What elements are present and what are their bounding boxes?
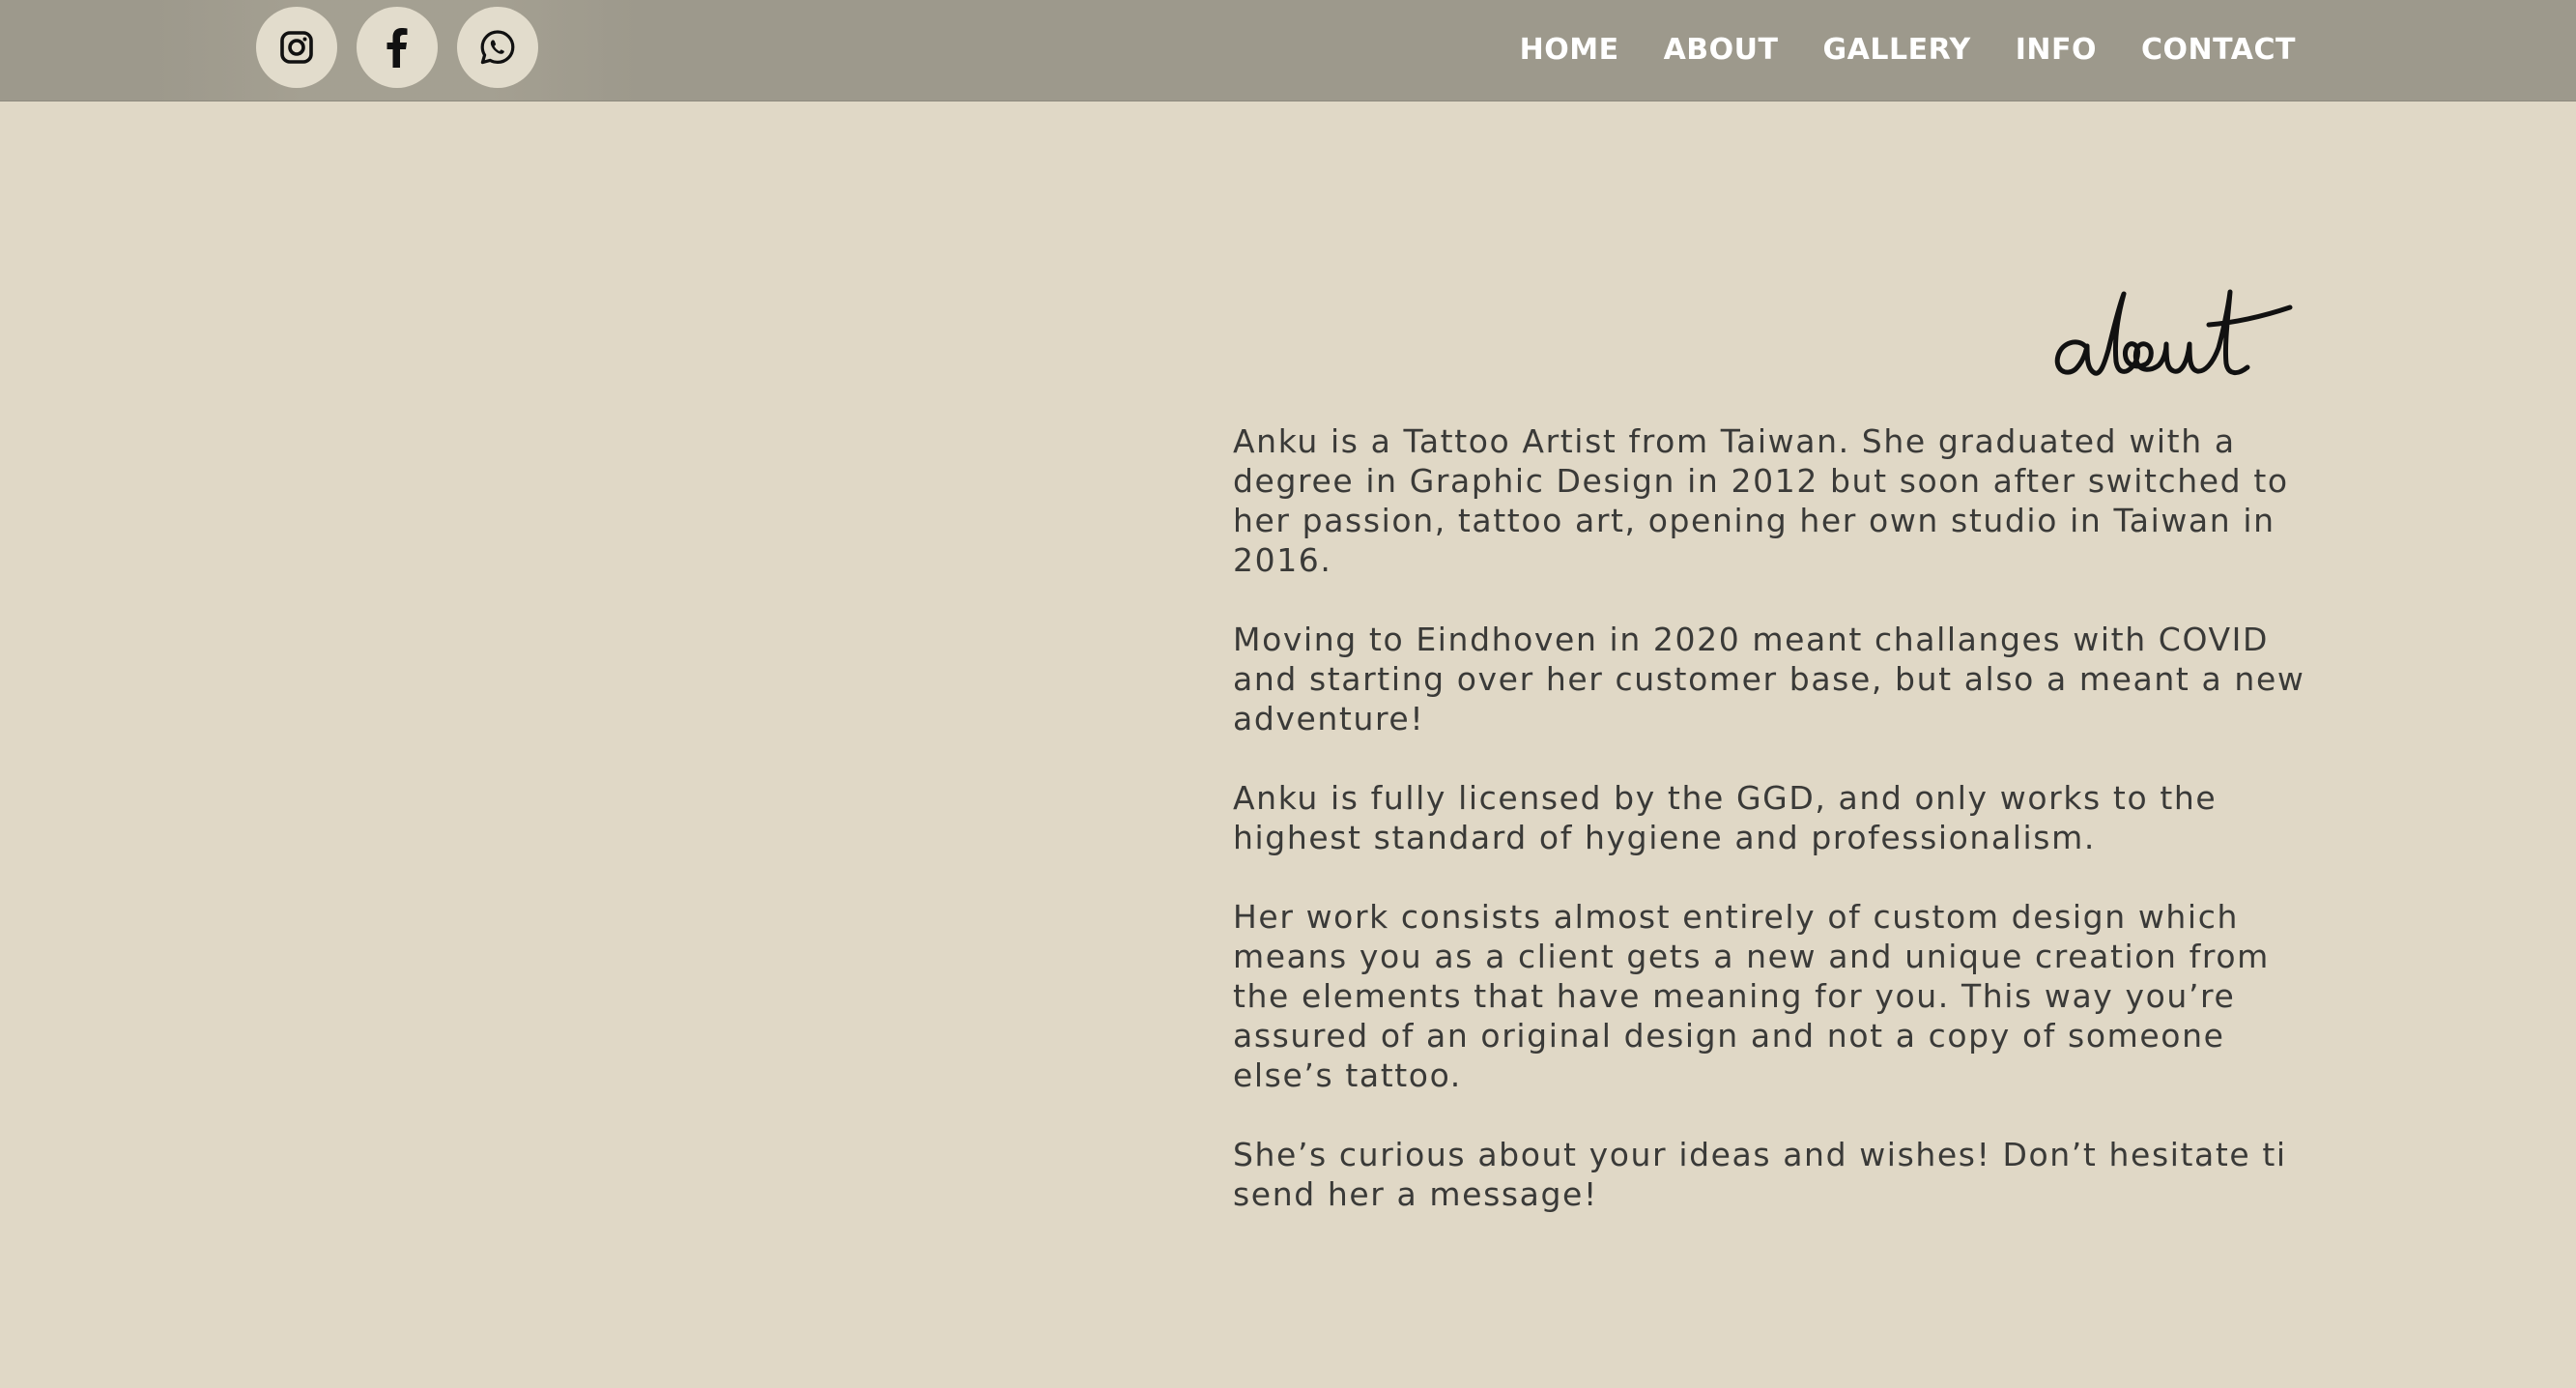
about-paragraph: Her work consists almost entirely of cus… xyxy=(1233,898,2270,1094)
about-paragraph: She’s curious about your ideas and wishe… xyxy=(1233,1136,2287,1213)
instagram-link[interactable] xyxy=(256,7,337,88)
nav-home[interactable]: HOME xyxy=(1520,27,1619,73)
facebook-link[interactable] xyxy=(357,7,438,88)
instagram-icon xyxy=(280,31,313,64)
nav-about[interactable]: ABOUT xyxy=(1664,27,1779,73)
whatsapp-icon xyxy=(480,30,515,65)
page: HOME ABOUT GALLERY INFO CONTACT about An… xyxy=(0,0,2576,1388)
about-paragraph: Anku is a Tattoo Artist from Taiwan. She… xyxy=(1233,422,2289,579)
nav-info[interactable]: INFO xyxy=(2016,27,2097,73)
main-nav: HOME ABOUT GALLERY INFO CONTACT xyxy=(1520,27,2296,73)
about-paragraph: Moving to Eindhoven in 2020 meant challa… xyxy=(1233,621,2305,737)
nav-gallery[interactable]: GALLERY xyxy=(1823,27,1971,73)
about-text: Anku is a Tattoo Artist from Taiwan. She… xyxy=(1233,421,2334,1214)
nav-contact[interactable]: CONTACT xyxy=(2141,27,2296,73)
site-header: HOME ABOUT GALLERY INFO CONTACT xyxy=(0,0,2576,101)
whatsapp-link[interactable] xyxy=(457,7,538,88)
about-heading: about xyxy=(2048,280,2319,406)
about-script-heading: about xyxy=(2054,289,2293,376)
social-links xyxy=(256,7,538,88)
facebook-icon xyxy=(386,28,408,68)
about-paragraph: Anku is fully licensed by the GGD, and o… xyxy=(1233,779,2218,856)
